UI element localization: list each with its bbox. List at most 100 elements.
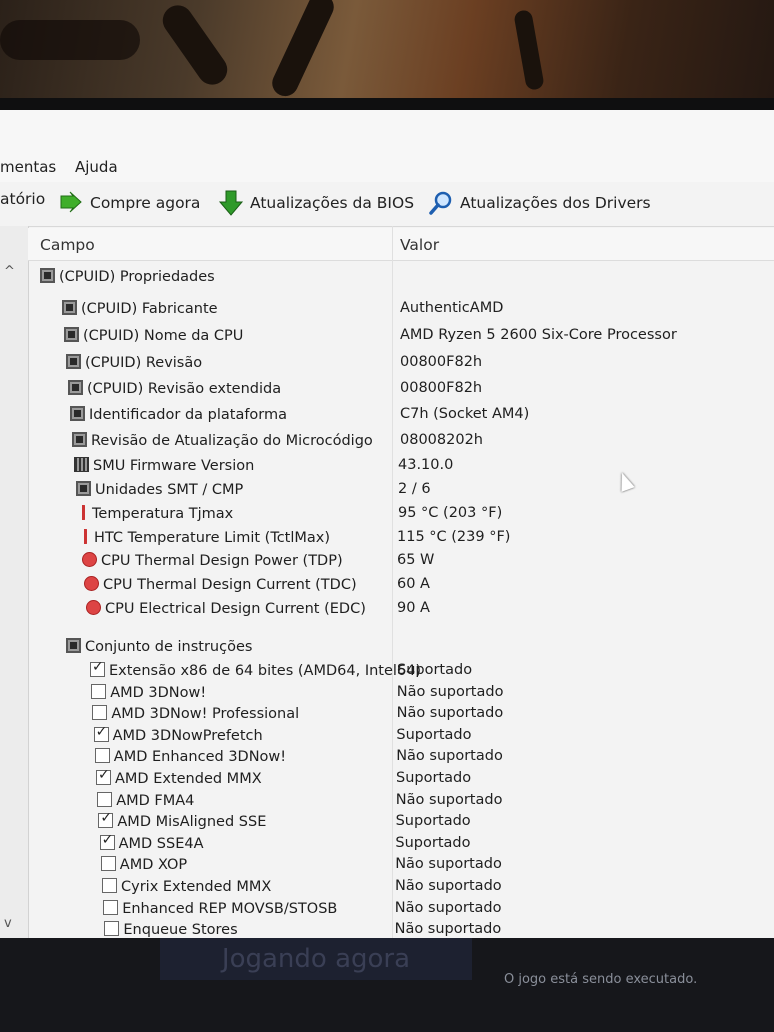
cpu-chip-icon <box>66 638 81 653</box>
field-label: Enhanced REP MOVSB/STOSB <box>122 900 338 917</box>
field-label: AMD MisAligned SSE <box>117 814 267 831</box>
checkbox-icon <box>104 921 120 937</box>
field-value: 08008202h <box>400 432 483 448</box>
table-row[interactable]: (CPUID) Revisão <box>66 354 202 376</box>
cpu-chip-icon <box>76 481 91 496</box>
field-value: Não suportado <box>395 856 502 873</box>
table-row[interactable]: Temperatura Tjmax <box>78 505 233 527</box>
field-value: 43.10.0 <box>398 457 454 473</box>
table-row[interactable]: Enqueue Stores <box>104 921 238 938</box>
table-row[interactable]: CPU Electrical Design Current (EDC) <box>86 600 366 622</box>
field-label: Cyrix Extended MMX <box>121 879 272 895</box>
cpu-chip-icon <box>72 432 87 447</box>
field-label: AMD XOP <box>119 857 188 874</box>
checkbox-icon <box>91 683 107 699</box>
table-row[interactable]: AMD 3DNow! Professional <box>92 705 299 727</box>
table-row[interactable]: Extensão x86 de 64 bites (AMD64, Intel64… <box>90 659 422 684</box>
field-label: (CPUID) Fabricante <box>81 301 218 317</box>
checkbox-icon <box>99 832 115 850</box>
table-row[interactable]: AMD MisAligned SSE <box>98 810 267 835</box>
field-label: Temperatura Tjmax <box>92 506 234 522</box>
app-window: mentas Ajuda atório Compre agora Atualiz… <box>0 110 774 938</box>
group-instruction-set[interactable]: Conjunto de instruções <box>66 638 252 660</box>
table-row[interactable]: Cyrix Extended MMX <box>102 878 271 900</box>
table-row[interactable]: AMD 3DNowPrefetch <box>93 724 263 749</box>
field-value: 00800F82h <box>400 354 483 370</box>
field-label: Revisão de Atualização do Microcódigo <box>91 433 373 449</box>
power-icon <box>84 576 99 591</box>
field-label: CPU Thermal Design Current (TDC) <box>103 577 357 593</box>
field-value: 65 W <box>397 552 435 568</box>
firmware-chip-icon <box>74 457 89 472</box>
field-label: AMD Enhanced 3DNow! <box>113 749 287 766</box>
field-value: 90 A <box>397 600 430 616</box>
checkbox-icon <box>103 899 119 915</box>
field-label: AMD 3DNow! Professional <box>111 706 300 723</box>
field-label: Unidades SMT / CMP <box>95 482 244 498</box>
background-photo <box>0 0 774 108</box>
table-row[interactable]: CPU Thermal Design Power (TDP) <box>82 552 343 574</box>
field-value: Suportado <box>396 770 472 786</box>
cpu-chip-icon <box>62 300 77 315</box>
field-label: (CPUID) Revisão <box>85 355 203 371</box>
table-row[interactable]: CPU Thermal Design Current (TDC) <box>84 576 357 598</box>
table-row[interactable]: Revisão de Atualização do Microcódigo <box>72 432 373 454</box>
field-value: AMD Ryzen 5 2600 Six-Core Processor <box>400 327 677 343</box>
field-label: (CPUID) Nome da CPU <box>83 328 244 344</box>
checkbox-icon <box>98 810 114 829</box>
table-row[interactable]: HTC Temperature Limit (TctlMax) <box>80 529 330 551</box>
field-value: Não suportado <box>396 683 504 700</box>
field-label: (CPUID) Revisão extendida <box>87 381 282 397</box>
field-label: SMU Firmware Version <box>93 458 255 474</box>
table-row[interactable]: AMD 3DNow! <box>91 683 207 706</box>
field-label: AMD SSE4A <box>118 835 204 852</box>
table-row[interactable]: Unidades SMT / CMP <box>76 481 243 503</box>
field-label: AMD FMA4 <box>116 792 195 809</box>
field-label: AMD Extended MMX <box>115 771 262 787</box>
cpu-chip-icon <box>66 354 81 369</box>
field-label: Extensão x86 de 64 bites (AMD64, Intel64… <box>109 663 422 679</box>
field-value: Suportado <box>396 726 472 743</box>
field-value: Não suportado <box>394 899 502 916</box>
checkbox-icon <box>90 659 105 677</box>
table-row[interactable]: AMD XOP <box>100 856 188 878</box>
cpu-chip-icon <box>68 380 83 395</box>
table-row[interactable]: (CPUID) Revisão extendida <box>68 380 281 402</box>
table-row[interactable]: (CPUID) Fabricante <box>62 300 218 322</box>
field-label: CPU Thermal Design Power (TDP) <box>101 553 343 569</box>
field-value: Não suportado <box>395 791 503 808</box>
field-value: Suportado <box>395 813 471 830</box>
field-value: Suportado <box>397 662 473 678</box>
power-icon <box>82 552 97 567</box>
checkbox-icon <box>93 724 109 742</box>
field-value: Não suportado <box>394 921 502 938</box>
cpu-chip-icon <box>40 268 55 283</box>
table-row[interactable]: AMD SSE4A <box>99 832 204 857</box>
checkbox-icon <box>97 791 113 807</box>
game-running-status: O jogo está sendo executado. <box>504 972 698 987</box>
thermometer-icon <box>78 505 88 520</box>
table-row[interactable]: AMD Enhanced 3DNow! <box>94 748 287 770</box>
field-label: AMD 3DNowPrefetch <box>112 727 263 744</box>
checkbox-icon <box>100 856 116 872</box>
group-cpuid-properties[interactable]: (CPUID) Propriedades <box>40 268 215 290</box>
checkbox-icon <box>92 705 108 721</box>
table-row[interactable]: Enhanced REP MOVSB/STOSB <box>103 899 338 922</box>
table-row[interactable]: AMD Extended MMX <box>96 767 262 792</box>
checkbox-icon <box>94 748 110 764</box>
field-value: 60 A <box>397 576 430 592</box>
playing-now-banner: Jogando agora <box>160 938 472 980</box>
checkbox-icon <box>96 767 111 785</box>
table-row[interactable]: SMU Firmware Version <box>74 457 254 479</box>
field-label: Conjunto de instruções <box>85 639 253 655</box>
field-label: AMD 3DNow! <box>110 684 207 701</box>
field-label: (CPUID) Propriedades <box>59 269 215 285</box>
table-row[interactable]: (CPUID) Nome da CPU <box>64 327 243 349</box>
table-row[interactable]: Identificador da plataforma <box>70 406 287 428</box>
thermometer-icon <box>80 529 90 544</box>
cpu-chip-icon <box>70 406 85 421</box>
field-value: Suportado <box>395 834 471 851</box>
field-value: Não suportado <box>396 748 503 765</box>
field-label: Identificador da plataforma <box>89 407 288 423</box>
power-icon <box>86 600 101 615</box>
